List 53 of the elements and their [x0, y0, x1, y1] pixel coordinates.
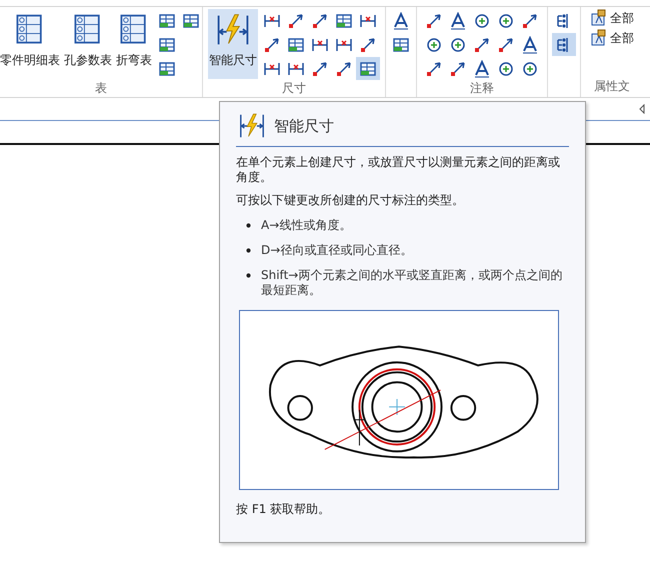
letter-icon	[392, 12, 410, 30]
group-label: 注释	[470, 80, 494, 97]
bullet-text: D→径向或直径或同心直径。	[261, 243, 412, 258]
bullet-text: A→线性或角度。	[261, 218, 352, 233]
group-label: 尺寸	[282, 80, 306, 97]
crosshair-circle-icon	[449, 36, 467, 54]
arrow-icon	[359, 36, 377, 54]
property-label[interactable]: 全部	[610, 10, 634, 26]
arrow-icon	[311, 12, 329, 30]
arrow-icon	[425, 12, 443, 30]
letter-icon	[449, 12, 467, 30]
arrow-icon	[335, 60, 353, 78]
bullet-icon	[246, 248, 251, 253]
crosshair-circle-icon	[473, 12, 491, 30]
table-icon	[359, 60, 377, 78]
keys-intro-text: 可按以下键更改所创建的尺寸标注的类型。	[236, 193, 465, 208]
ribbon-button[interactable]: 孔参数表	[63, 9, 113, 79]
arrow-icon	[473, 36, 491, 54]
ribbon-button[interactable]: 智能尺寸	[208, 9, 258, 79]
scroll-left-icon[interactable]	[638, 104, 646, 114]
letter-icon	[473, 60, 491, 78]
group-label: 表	[95, 80, 107, 97]
description-text: 在单个元素上创建尺寸，或放置尺寸以测量元素之间的距离或角度。	[236, 155, 561, 185]
property-label[interactable]: 全部	[610, 30, 634, 46]
table-icon	[182, 12, 200, 30]
arrow-icon	[497, 36, 515, 54]
table-icon	[392, 36, 410, 54]
crosshair-circle-icon	[521, 60, 539, 78]
arrow-icon	[263, 36, 281, 54]
table-icon	[158, 36, 176, 54]
group-label: 属性文	[594, 78, 630, 95]
crosshair-circle-icon	[425, 36, 443, 54]
ribbon-button[interactable]: 零件明细表	[0, 9, 61, 79]
table-icon	[158, 12, 176, 30]
ribbon-button[interactable]: 折弯表	[115, 9, 153, 79]
arrow-icon	[287, 12, 305, 30]
tool-button[interactable]	[356, 57, 380, 80]
crosshair-circle-icon	[497, 60, 515, 78]
tooltip-title: 智能尺寸	[274, 116, 334, 136]
crosshair-circle-icon	[497, 12, 515, 30]
bullet-icon	[246, 223, 251, 228]
bullet-text: Shift→两个元素之间的水平或竖直距离，或两个点之间的最短距离。	[261, 268, 564, 298]
tool-button[interactable]	[552, 33, 576, 56]
arrow-icon	[449, 60, 467, 78]
letter-icon	[521, 36, 539, 54]
arrow-icon	[521, 12, 539, 30]
arrow-icon	[311, 60, 329, 78]
help-hint-text: 按 F1 获取帮助。	[236, 502, 332, 517]
table-icon	[335, 12, 353, 30]
table-icon	[287, 36, 305, 54]
arrow-icon	[425, 60, 443, 78]
bullet-icon	[246, 273, 251, 278]
table-icon	[158, 60, 176, 78]
